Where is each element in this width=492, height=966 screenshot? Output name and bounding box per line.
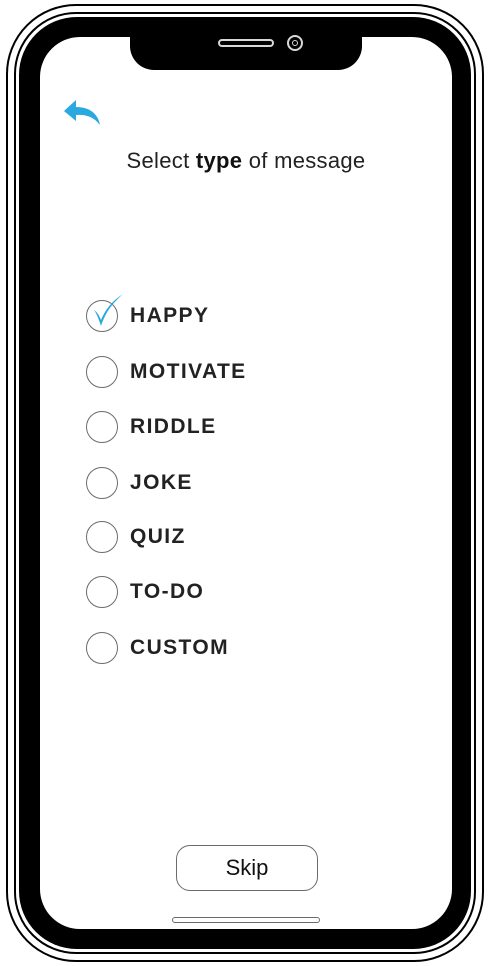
option-label: CUSTOM — [130, 636, 230, 659]
radio-quiz[interactable] — [86, 521, 118, 553]
checkmark-icon — [94, 294, 123, 326]
option-happy[interactable]: HAPPY — [86, 294, 386, 334]
radio-riddle[interactable] — [86, 411, 118, 443]
radio-motivate[interactable] — [86, 356, 118, 388]
option-label: RIDDLE — [130, 415, 217, 438]
option-custom[interactable]: CUSTOM — [86, 630, 386, 666]
option-label: HAPPY — [130, 304, 210, 327]
home-indicator[interactable] — [172, 917, 320, 923]
option-joke[interactable]: JOKE — [86, 465, 386, 501]
option-label: JOKE — [130, 471, 193, 494]
page-title: Select type of message — [40, 148, 452, 174]
front-camera — [287, 35, 303, 51]
radio-to-do[interactable] — [86, 576, 118, 608]
title-prefix: Select — [126, 148, 196, 173]
speaker-grille — [218, 39, 274, 47]
option-quiz[interactable]: QUIZ — [86, 519, 386, 555]
title-bold: type — [195, 148, 243, 173]
radio-happy[interactable] — [86, 294, 123, 332]
back-arrow-icon — [64, 100, 100, 125]
option-to-do[interactable]: TO-DO — [86, 574, 386, 610]
back-button[interactable] — [62, 96, 106, 130]
option-riddle[interactable]: RIDDLE — [86, 409, 386, 445]
radio-custom[interactable] — [86, 632, 118, 664]
phone-notch — [130, 30, 362, 70]
option-motivate[interactable]: MOTIVATE — [86, 354, 386, 390]
radio-joke[interactable] — [86, 467, 118, 499]
skip-button[interactable]: Skip — [176, 845, 318, 891]
option-label: QUIZ — [130, 525, 186, 548]
title-suffix: of message — [242, 148, 366, 173]
option-label: TO-DO — [130, 580, 205, 603]
option-label: MOTIVATE — [130, 360, 247, 383]
